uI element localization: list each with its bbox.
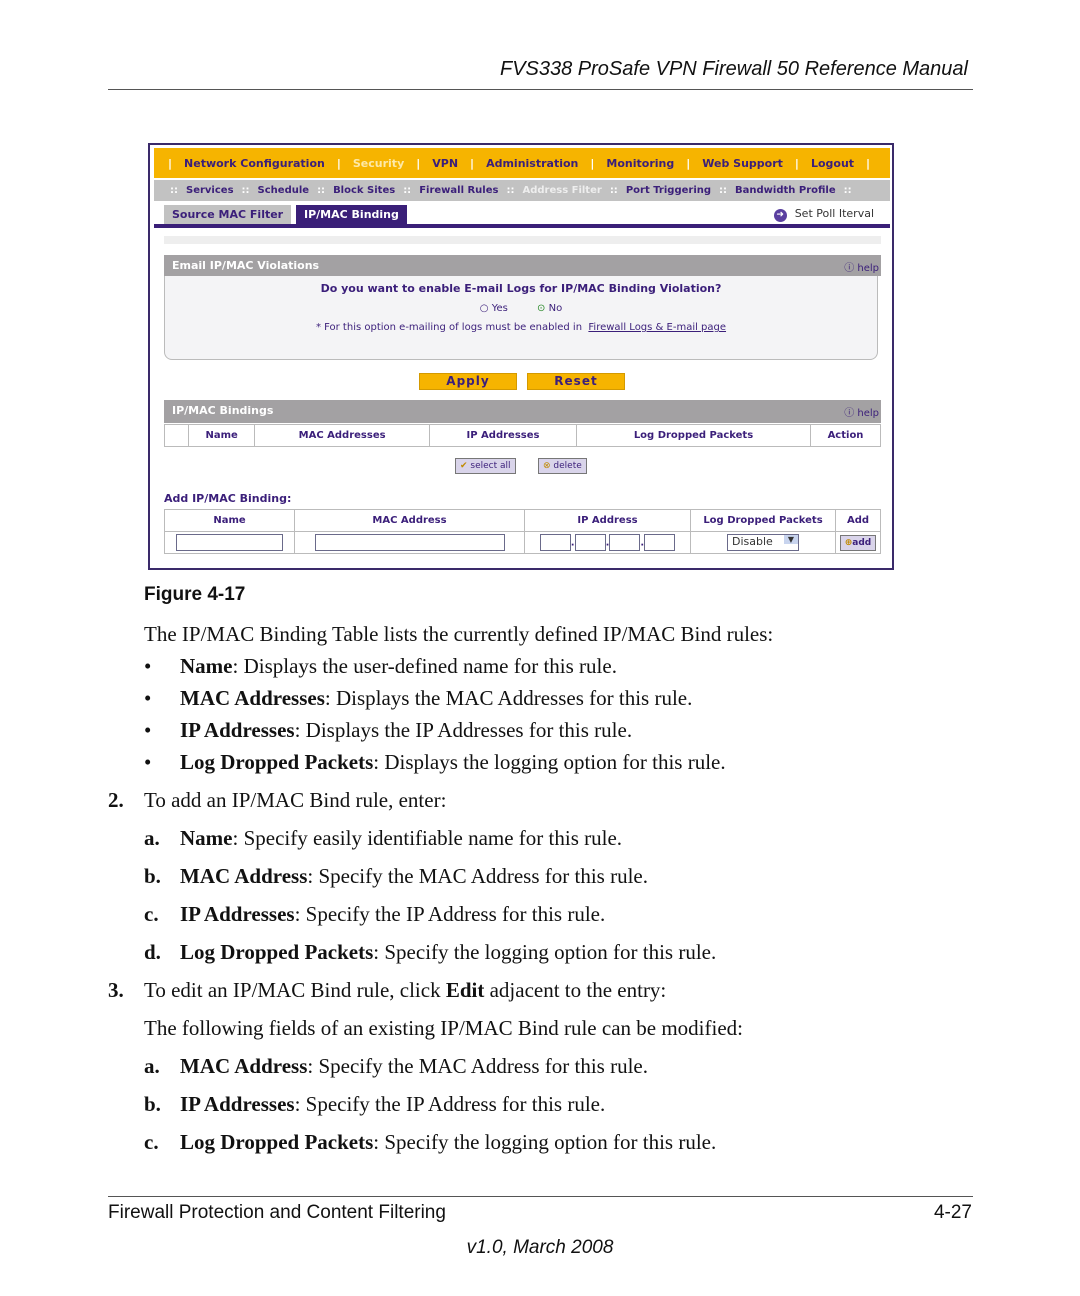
email-question: Do you want to enable E-mail Logs for IP… [320, 282, 722, 295]
apply-button[interactable]: Apply [419, 373, 517, 390]
sub-step-item: MAC Address: Specify the MAC Address for… [180, 864, 648, 888]
nav-administration[interactable]: Administration [486, 157, 578, 170]
bindings-table: Name MAC Addresses IP Addresses Log Drop… [164, 424, 881, 447]
step3-intro: The following fields of an existing IP/M… [144, 1016, 743, 1040]
nav-security[interactable]: Security [353, 157, 404, 170]
name-input[interactable] [176, 534, 283, 551]
footer-divider [108, 1196, 973, 1197]
bullet-icon: • [144, 750, 152, 774]
email-note: * For this option e-mailing of logs must… [315, 322, 583, 333]
footer-chapter: Firewall Protection and Content Filterin… [108, 1202, 446, 1223]
sub-step-letter: c. [144, 1130, 159, 1154]
check-icon: ✔ [460, 461, 468, 471]
nav-monitoring[interactable]: Monitoring [606, 157, 674, 170]
bullet-item: MAC Addresses: Displays the MAC Addresse… [180, 686, 693, 710]
tab-ip-mac-binding[interactable]: IP/MAC Binding [296, 205, 407, 225]
step-number: 2. [108, 788, 124, 812]
tab-underline [154, 224, 890, 228]
email-section-header: Email IP/MAC Violations ⓘ help [164, 255, 881, 276]
subnav-services[interactable]: Services [186, 185, 234, 196]
add-col-name: Name [164, 509, 295, 532]
add-col-mac: MAC Address [294, 509, 525, 532]
subnav-bandwidth-profile[interactable]: Bandwidth Profile [735, 185, 836, 196]
firewall-logs-link[interactable]: Firewall Logs & E-mail page [588, 322, 726, 333]
ip-octet-1[interactable] [539, 534, 571, 551]
col-mac: MAC Addresses [254, 424, 430, 447]
intro-text: The IP/MAC Binding Table lists the curre… [144, 622, 774, 646]
arrow-right-icon: ➜ [773, 209, 787, 222]
subnav-schedule[interactable]: Schedule [258, 185, 310, 196]
select-all-button[interactable]: ✔ select all [455, 458, 516, 474]
sub-step-letter: c. [144, 902, 159, 926]
sub-step-letter: d. [144, 940, 161, 964]
bullet-icon: • [144, 718, 152, 742]
figure-caption: Figure 4-17 [144, 584, 246, 605]
sub-step-letter: a. [144, 1054, 160, 1078]
add-binding-title: Add IP/MAC Binding: [164, 492, 292, 505]
sub-step-letter: b. [144, 1092, 161, 1116]
delete-button[interactable]: ⊗ delete [538, 458, 587, 474]
subnav-block-sites[interactable]: Block Sites [333, 185, 395, 196]
bindings-section-header: IP/MAC Bindings ⓘ help [164, 400, 881, 423]
nav-web-support[interactable]: Web Support [702, 157, 783, 170]
sub-step-letter: b. [144, 864, 161, 888]
checkbox-column [164, 424, 189, 447]
sub-step-item: Log Dropped Packets: Specify the logging… [180, 1130, 717, 1154]
mac-address-input[interactable] [314, 534, 505, 551]
spacer-bar [164, 236, 881, 244]
sub-step-item: Name: Specify easily identifiable name f… [180, 826, 623, 850]
header-divider [108, 89, 973, 90]
subnav-firewall-rules[interactable]: Firewall Rules [419, 185, 498, 196]
col-log: Log Dropped Packets [576, 424, 811, 447]
sub-nav: :: Services:: Schedule:: Block Sites:: Fi… [154, 180, 890, 201]
add-col-ip: IP Address [524, 509, 691, 532]
bullet-item: Log Dropped Packets: Displays the loggin… [180, 750, 726, 774]
ip-octet-3[interactable] [609, 534, 641, 551]
add-binding-table: Name MAC Address IP Address Log Dropped … [164, 509, 881, 554]
chevron-down-icon: ▼ [784, 535, 798, 544]
bullet-icon: • [144, 654, 152, 678]
nav-vpn[interactable]: VPN [432, 157, 458, 170]
sub-step-letter: a. [144, 826, 160, 850]
bullet-item: IP Addresses: Displays the IP Addresses … [180, 718, 633, 742]
main-nav: | Network Configuration | Security | VPN | A… [154, 148, 890, 178]
footer-version: v1.0, March 2008 [466, 1237, 614, 1258]
sub-step-item: IP Addresses: Specify the IP Address for… [180, 902, 606, 926]
nav-network-configuration[interactable]: Network Configuration [184, 157, 325, 170]
help-link[interactable]: ⓘ help [844, 404, 879, 419]
col-name: Name [187, 424, 256, 447]
col-action: Action [810, 424, 881, 447]
sub-step-item: Log Dropped Packets: Specify the logging… [180, 940, 717, 964]
add-button[interactable]: ⊕add [839, 535, 877, 551]
reset-button[interactable]: Reset [527, 373, 625, 390]
sub-step-item: IP Addresses: Specify the IP Address for… [180, 1092, 606, 1116]
add-col-log: Log Dropped Packets [690, 509, 836, 532]
radio-no[interactable]: ⊙ No [537, 303, 562, 314]
set-poll-interval-link[interactable]: ➜ Set Poll Iterval [773, 207, 874, 222]
tab-source-mac-filter[interactable]: Source MAC Filter [164, 205, 292, 225]
col-ip: IP Addresses [428, 424, 578, 447]
help-link[interactable]: ⓘ help [844, 259, 879, 274]
firewall-screenshot: | Network Configuration | Security | VPN | A… [148, 143, 894, 570]
bullet-item: Name: Displays the user-defined name for… [180, 654, 617, 678]
log-dropped-select[interactable]: Disable ▼ [727, 534, 799, 551]
footer-page-number: 4-27 [933, 1202, 972, 1223]
add-col-add: Add [835, 509, 881, 532]
step-text: To add an IP/MAC Bind rule, enter: [144, 788, 447, 812]
bullet-icon: • [144, 686, 152, 710]
email-section-body: Do you want to enable E-mail Logs for IP… [164, 276, 878, 360]
radio-yes[interactable]: ○ Yes [480, 303, 508, 314]
step-text: To edit an IP/MAC Bind rule, click Edit … [144, 978, 667, 1002]
delete-icon: ⊗ [543, 461, 551, 471]
manual-title: FVS338 ProSafe VPN Firewall 50 Reference… [499, 58, 968, 80]
subnav-address-filter[interactable]: Address Filter [522, 185, 601, 196]
nav-logout[interactable]: Logout [811, 157, 854, 170]
ip-octet-2[interactable] [574, 534, 606, 551]
step-number: 3. [108, 978, 124, 1002]
subnav-port-triggering[interactable]: Port Triggering [626, 185, 711, 196]
ip-octet-4[interactable] [644, 534, 676, 551]
sub-step-item: MAC Address: Specify the MAC Address for… [180, 1054, 648, 1078]
